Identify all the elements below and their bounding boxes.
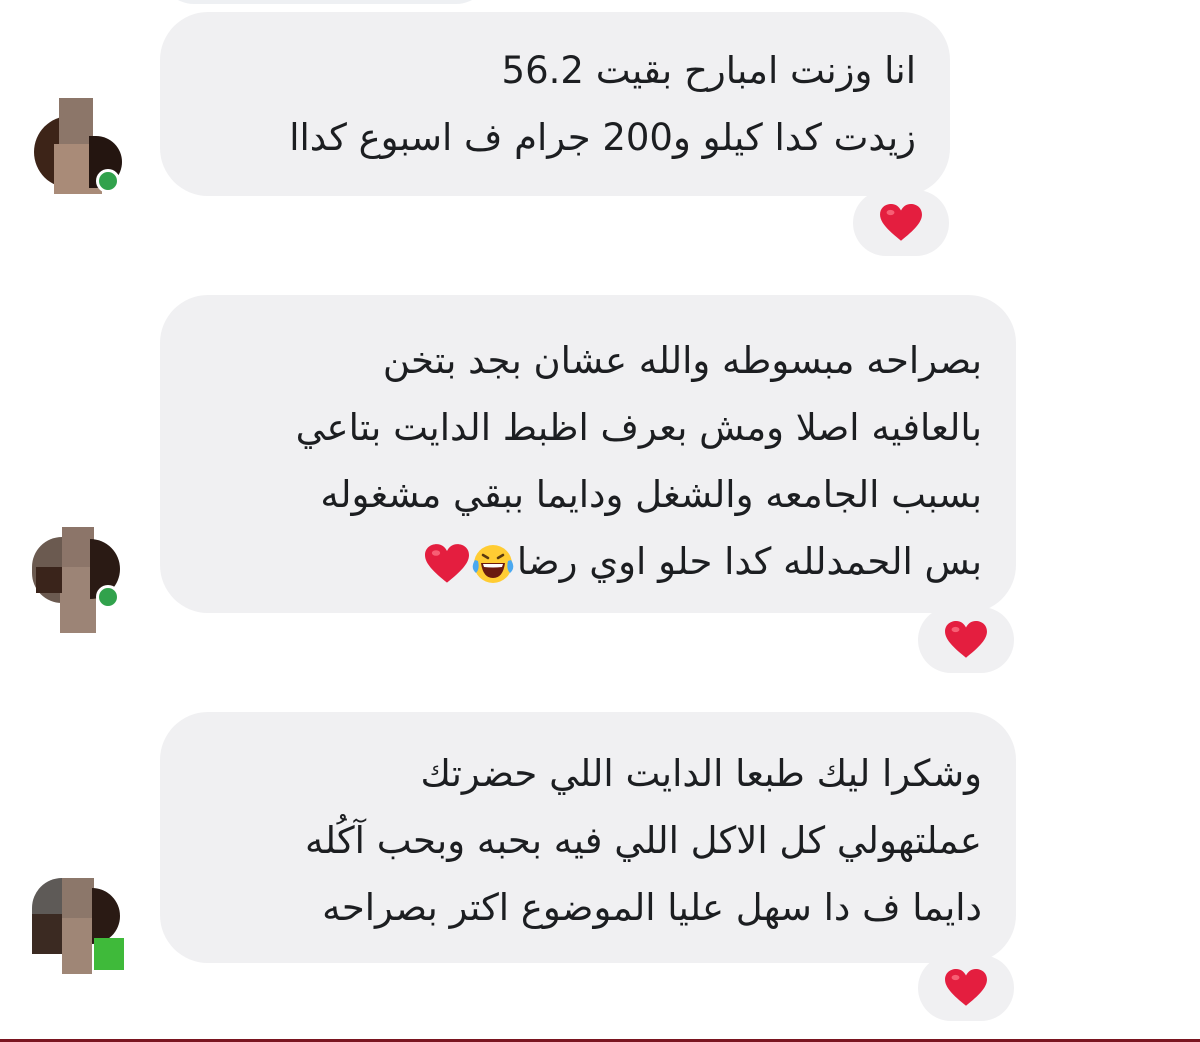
laughing-tears-emoji bbox=[472, 544, 514, 583]
heart-icon bbox=[945, 969, 987, 1006]
sender-avatar[interactable] bbox=[32, 878, 124, 978]
message-bubble[interactable]: انا وزنت امبارح بقيت 56.2 زيدت كدا كيلو … bbox=[160, 12, 950, 196]
sender-avatar[interactable] bbox=[34, 98, 122, 198]
reaction-badge[interactable] bbox=[853, 190, 949, 256]
chat-screen: انا وزنت امبارح بقيت 56.2 زيدت كدا كيلو … bbox=[0, 0, 1200, 1042]
message-line: دايما ف دا سهل عليا الموضوع اكتر بصراحه bbox=[322, 886, 982, 929]
message-line: بصراحه مبسوطه والله عشان بجد بتخن bbox=[382, 339, 982, 382]
message-bubble[interactable]: وشكرا ليك طبعا الدايت اللي حضرتك عملتهول… bbox=[160, 712, 1016, 963]
message-line: عملتهولي كل الاكل اللي فيه بحبه وبحب آكُ… bbox=[304, 819, 982, 862]
message-line-text: بس الحمدلله كدا حلو اوي رضا bbox=[516, 540, 982, 583]
sender-avatar[interactable] bbox=[32, 527, 120, 633]
heart-icon bbox=[945, 621, 987, 658]
reaction-badge[interactable] bbox=[918, 607, 1014, 673]
message-line: بالعافيه اصلا ومش بعرف اظبط الدايت بتاعي bbox=[295, 406, 982, 449]
online-status-icon bbox=[96, 585, 120, 609]
reaction-badge[interactable] bbox=[918, 955, 1014, 1021]
message-line: انا وزنت امبارح بقيت 56.2 bbox=[501, 49, 916, 92]
message-bubble[interactable]: بصراحه مبسوطه والله عشان بجد بتخن بالعاف… bbox=[160, 295, 1016, 613]
heart-icon bbox=[880, 204, 922, 241]
online-status-icon bbox=[96, 169, 120, 193]
message-line: وشكرا ليك طبعا الدايت اللي حضرتك bbox=[420, 752, 982, 795]
heart-icon bbox=[424, 543, 469, 583]
message-line-with-emoji: بس الحمدلله كدا حلو اوي رضا bbox=[194, 528, 982, 595]
previous-message-bubble[interactable] bbox=[160, 0, 490, 4]
message-line: بسبب الجامعه والشغل ودايما ببقي مشغوله bbox=[320, 473, 982, 516]
message-line: زيدت كدا كيلو و200 جرام ف اسبوع كداا bbox=[289, 116, 916, 159]
